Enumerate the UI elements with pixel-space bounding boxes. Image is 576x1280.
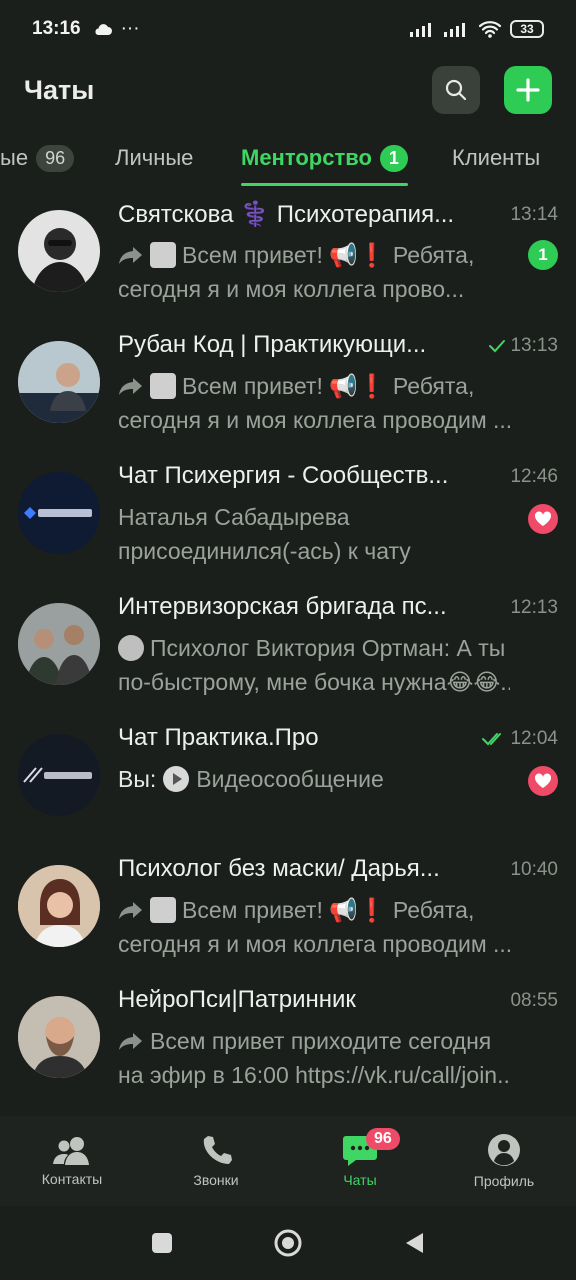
avatar: [18, 996, 100, 1078]
page-title: Чаты: [24, 74, 95, 105]
status-time: 13:16: [32, 18, 81, 39]
nav-badge: 96: [366, 1128, 400, 1150]
chat-list: Святскова ⚕️ Психотерапия... 13:14 Всем …: [0, 186, 576, 1114]
nav-label: Профиль: [473, 1173, 535, 1189]
back-icon[interactable]: [403, 1231, 425, 1255]
avatar: [18, 472, 100, 554]
tab-personal[interactable]: Личные: [115, 130, 193, 186]
avatar: [18, 210, 100, 292]
check-icon: [489, 340, 506, 353]
chat-title: НейроПси|Патринник: [118, 986, 356, 1013]
avatar: [18, 734, 100, 816]
chat-preview: Вы: Видеосообщение: [118, 766, 384, 792]
tab-clients[interactable]: Клиенты: [452, 130, 540, 186]
chat-item[interactable]: Чат Практика.Про 12:04 Вы: Видеосообщени…: [0, 710, 576, 841]
search-icon: [445, 79, 467, 101]
nav-label: Звонки: [193, 1172, 239, 1188]
forward-icon: [119, 247, 142, 264]
nav-calls[interactable]: Звонки: [144, 1116, 288, 1206]
tab-label: Клиенты: [452, 145, 541, 170]
chat-time: 12:13: [510, 597, 558, 618]
plus-icon: [516, 78, 540, 102]
contacts-icon: [53, 1137, 89, 1165]
avatar: [18, 603, 100, 685]
chat-item[interactable]: Святскова ⚕️ Психотерапия... 13:14 Всем …: [0, 186, 576, 317]
phone-icon: [203, 1136, 232, 1164]
nav-chats[interactable]: Чаты 96: [288, 1116, 432, 1206]
nav-label: Чаты: [343, 1172, 377, 1188]
media-thumbnail: [150, 373, 176, 399]
chat-item[interactable]: Психолог без маски/ Дарья... 10:40 Всем …: [0, 841, 576, 972]
app-header: Чаты: [0, 60, 576, 120]
chat-item[interactable]: Рубан Код | Практикующи... 13:13 Всем пр…: [0, 317, 576, 448]
recent-apps-icon[interactable]: [151, 1232, 173, 1254]
bottom-nav: Контакты Звонки Чаты 96 Профиль: [0, 1116, 576, 1206]
forward-icon: [119, 1033, 142, 1050]
chat-title: Святскова ⚕️ Психотерапия...: [118, 201, 455, 228]
media-thumbnail: [150, 242, 176, 268]
tab-label: ые: [0, 145, 29, 170]
chat-time: 12:46: [510, 466, 558, 487]
forward-icon: [119, 902, 142, 919]
folder-tabs: ые 96 Личные Менторство 1 Клиенты: [0, 130, 576, 186]
system-nav-bar: [0, 1206, 576, 1280]
play-icon: [163, 766, 190, 792]
chat-title: Психолог без маски/ Дарья...: [118, 855, 440, 882]
signal-icon: [444, 23, 465, 37]
nav-profile[interactable]: Профиль: [432, 1116, 576, 1206]
chat-item[interactable]: НейроПси|Патринник 08:55 Всем привет при…: [0, 972, 576, 1103]
chat-title: Рубан Код | Практикующи...: [118, 331, 427, 358]
new-chat-button[interactable]: [504, 66, 552, 114]
tab-all[interactable]: ые 96: [0, 130, 75, 186]
search-button[interactable]: [432, 66, 480, 114]
nav-contacts[interactable]: Контакты: [0, 1116, 144, 1206]
forward-icon: [119, 378, 142, 395]
chat-title: Чат Психергия - Сообществ...: [118, 462, 449, 489]
heart-icon: [528, 766, 558, 796]
status-bar: 13:16 ··· 33: [0, 0, 576, 58]
avatar: [18, 341, 100, 423]
chat-time: 13:13: [488, 335, 558, 357]
tab-badge: 1: [379, 144, 408, 172]
chat-preview: Психолог Виктория Ортман: А ты по-быстро…: [118, 635, 510, 695]
chat-preview: Всем привет! 📢❗ Ребята, сегодня я и моя …: [118, 897, 510, 957]
chat-time: 13:14: [510, 204, 558, 225]
chat-preview: Наталья Сабадырева присоединился(-ась) к…: [118, 504, 411, 564]
battery-icon: 33: [510, 20, 544, 38]
unread-badge: 1: [528, 240, 558, 270]
chat-time: 08:55: [510, 990, 558, 1011]
double-check-icon: [482, 733, 502, 746]
tab-badge: 96: [36, 144, 75, 172]
home-icon[interactable]: [273, 1228, 303, 1258]
tab-mentorship[interactable]: Менторство 1: [241, 130, 408, 186]
chat-item[interactable]: Чат Психергия - Сообществ... 12:46 Натал…: [0, 448, 576, 579]
chat-time: 10:40: [510, 859, 558, 880]
cloud-icon: [95, 24, 112, 35]
sender-avatar: [118, 635, 144, 661]
tab-label: Личные: [115, 145, 194, 170]
chat-preview: Всем привет приходите сегодня на эфир в …: [118, 1028, 510, 1088]
chat-preview: Всем привет! 📢❗ Ребята, сегодня я и моя …: [118, 242, 475, 302]
profile-icon: [488, 1134, 520, 1166]
chat-title: Интервизорская бригада пс...: [118, 593, 447, 620]
nav-label: Контакты: [41, 1171, 103, 1187]
avatar: [18, 865, 100, 947]
chat-preview: Всем привет! 📢❗ Ребята, сегодня я и моя …: [118, 373, 510, 433]
chat-time: 12:04: [482, 728, 558, 750]
tab-label: Менторство: [241, 145, 372, 170]
heart-icon: [528, 504, 558, 534]
signal-icon: [410, 23, 431, 37]
chat-item[interactable]: Интервизорская бригада пс... 12:13 Психо…: [0, 579, 576, 710]
wifi-icon: [478, 21, 502, 38]
chat-title: Чат Практика.Про: [118, 724, 319, 751]
status-extra: ···: [120, 18, 140, 39]
media-thumbnail: [150, 897, 176, 923]
